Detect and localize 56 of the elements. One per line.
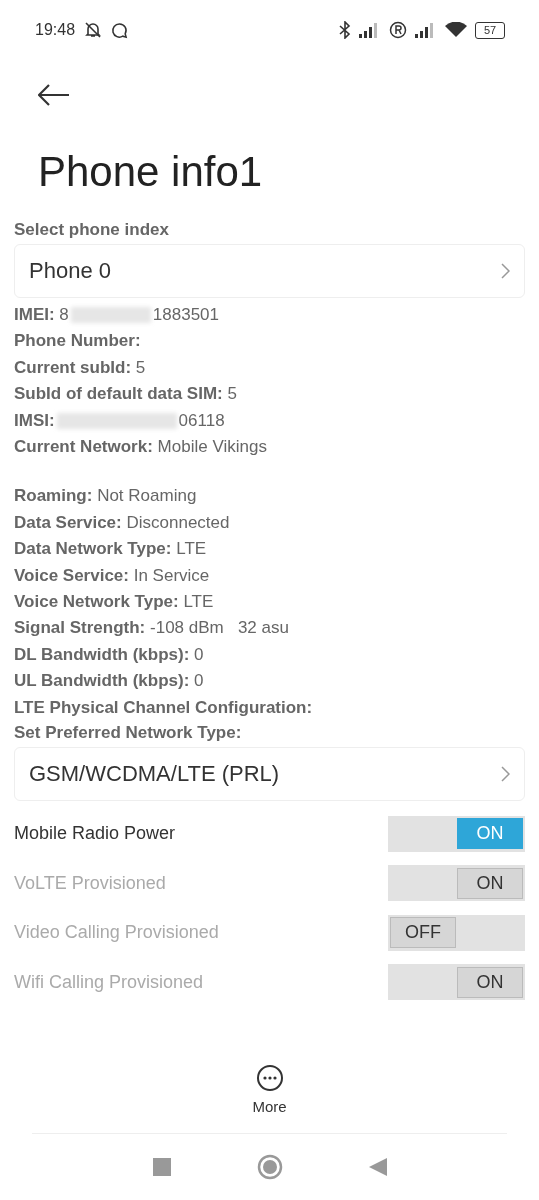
home-icon[interactable] — [256, 1154, 283, 1180]
clock-time: 19:48 — [35, 21, 76, 39]
info-value: 06118 — [178, 409, 225, 432]
toggle-label: Wifi Calling Provisioned — [14, 971, 204, 993]
battery-level: 57 — [475, 21, 505, 39]
network-type-picker[interactable]: GSM/WCDMA/LTE (PRL) — [14, 747, 525, 802]
info-label: DL Bandwidth (kbps): — [14, 643, 190, 666]
info-value: Disconnected — [125, 511, 230, 534]
toggle-switch[interactable]: OFF — [388, 914, 525, 951]
more-icon[interactable] — [255, 1064, 284, 1092]
page-title: Phone info1 — [38, 148, 264, 196]
section-label: Select phone index — [14, 219, 170, 241]
back-triangle-icon[interactable] — [368, 1158, 387, 1176]
info-label: LTE Physical Channel Configuration: — [14, 696, 313, 719]
info-value: Not Roaming — [96, 485, 197, 508]
info-value: LTE — [182, 591, 214, 614]
chevron-right-icon — [500, 263, 510, 279]
info-label: IMEI: — [14, 304, 55, 326]
info-label: Phone Number: — [14, 330, 141, 353]
info-label: Data Network Type: — [14, 538, 172, 561]
info-label: Roaming: — [14, 485, 93, 508]
info-value: 0 — [193, 643, 204, 666]
info-value: -108 dBm 32 asu — [149, 617, 289, 640]
info-label: Current Network: — [14, 436, 153, 459]
info-label: SubId of default data SIM: — [14, 383, 223, 406]
info-label: IMSI: — [14, 409, 55, 432]
toggle-switch[interactable]: ON — [388, 964, 525, 1001]
info-label: Signal Strength: — [14, 617, 146, 640]
back-arrow-icon[interactable] — [38, 84, 70, 106]
chevron-right-icon — [500, 766, 510, 783]
bell-off-icon — [83, 21, 104, 39]
toggle-switch[interactable]: ON — [388, 865, 525, 902]
info-label: Data Service: — [14, 511, 122, 534]
info-label: Voice Network Type: — [14, 591, 179, 614]
phone-index-picker[interactable]: Phone 0 — [14, 244, 525, 298]
info-value: In Service — [132, 564, 210, 587]
wifi-icon — [445, 22, 467, 38]
info-value: LTE — [175, 538, 207, 561]
more-label[interactable]: More — [252, 1098, 287, 1115]
info-label: Voice Service: — [14, 564, 129, 587]
info-value: 5 — [226, 383, 237, 406]
info-value: 1883501 — [152, 304, 219, 326]
chat-bubble-icon — [111, 21, 129, 39]
info-value: 5 — [134, 356, 146, 379]
section-label: Set Preferred Network Type: — [14, 722, 243, 745]
info-label: Current subId: — [14, 356, 132, 379]
info-value: Mobile Vikings — [156, 436, 267, 459]
toggle-label: Mobile Radio Power — [14, 823, 176, 845]
toggle-label: Video Calling Provisioned — [14, 922, 219, 944]
recents-icon[interactable] — [152, 1158, 171, 1176]
bluetooth-icon — [339, 21, 351, 39]
roaming-icon — [389, 21, 407, 39]
info-value: 0 — [193, 670, 204, 693]
toggle-label: VoLTE Provisioned — [14, 872, 166, 894]
info-value: 8 — [58, 304, 69, 326]
info-label: UL Bandwidth (kbps): — [14, 670, 190, 693]
